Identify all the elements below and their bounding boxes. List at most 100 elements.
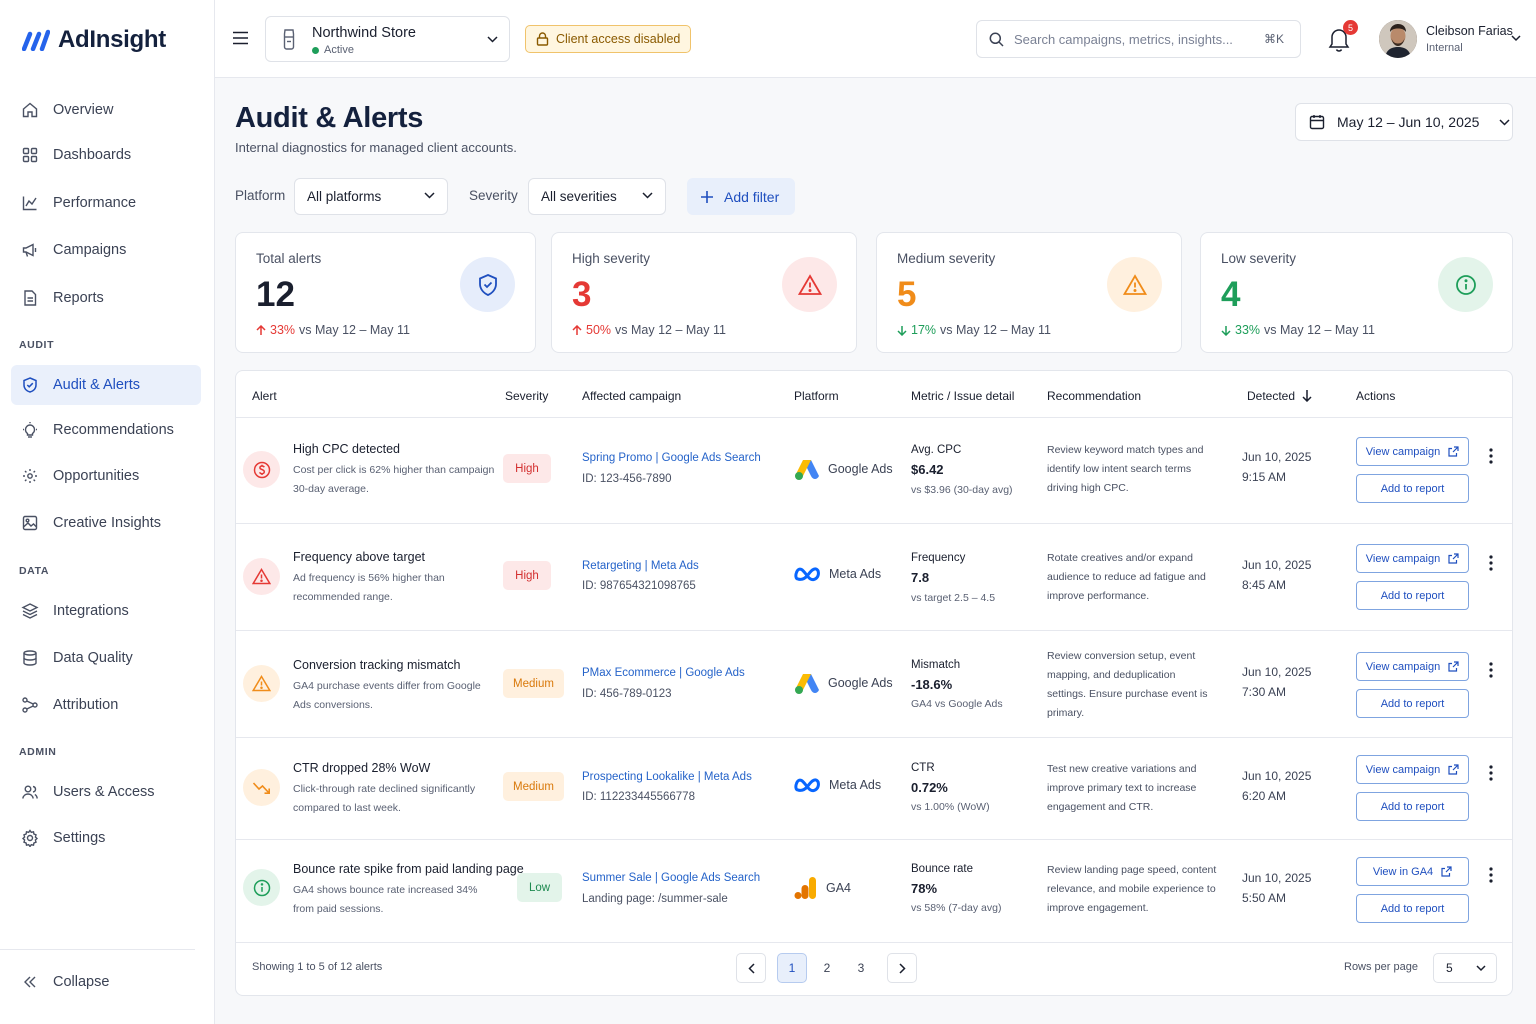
detected-time: 8:45 AM	[1242, 578, 1287, 592]
search-input[interactable]	[1014, 31, 1254, 47]
card-delta-compare: vs May 12 – May 11	[615, 323, 726, 337]
view-campaign-button[interactable]: View campaign	[1356, 652, 1469, 681]
sidebar-item-reports[interactable]: Reports	[11, 278, 201, 318]
add-to-report-button[interactable]: Add to report	[1356, 894, 1469, 923]
prev-page-button[interactable]	[736, 953, 766, 983]
sidebar-item-dashboards[interactable]: Dashboards	[11, 135, 201, 175]
campaign-link[interactable]: PMax Ecommerce | Google Ads	[582, 667, 745, 679]
column-header-alert[interactable]: Alert	[252, 389, 277, 403]
hamburger-menu-icon[interactable]	[232, 31, 249, 45]
alert-title: High CPC detected	[293, 442, 401, 456]
sidebar-item-label: Audit & Alerts	[53, 377, 141, 393]
date-range-picker[interactable]: May 12 – Jun 10, 2025	[1295, 103, 1513, 141]
nodes-icon	[21, 696, 39, 714]
summary-card-medium: Medium severity 5 17% vs May 12 – May 11	[876, 232, 1182, 353]
more-options-icon[interactable]	[1489, 765, 1493, 781]
sidebar-item-attribution[interactable]: Attribution	[11, 685, 201, 725]
search-bar[interactable]: ⌘K	[976, 20, 1301, 58]
app-logo[interactable]: AdInsight	[22, 26, 166, 54]
view-campaign-button[interactable]: View campaign	[1356, 544, 1469, 573]
campaign-link[interactable]: Spring Promo | Google Ads Search	[582, 452, 761, 464]
add-to-report-button[interactable]: Add to report	[1356, 792, 1469, 821]
add-to-report-button[interactable]: Add to report	[1356, 689, 1469, 718]
notifications-button[interactable]: 5	[1327, 20, 1358, 52]
user-menu-chevron-icon[interactable]	[1511, 35, 1521, 42]
chevron-right-icon	[898, 962, 906, 974]
page-button-2[interactable]: 2	[812, 953, 842, 983]
store-selector[interactable]: Northwind Store Active	[265, 16, 510, 62]
warning-triangle-icon	[782, 257, 837, 312]
shield-icon	[460, 257, 515, 312]
collapse-button[interactable]: Collapse	[11, 962, 201, 1002]
page-button-1[interactable]: 1	[777, 953, 807, 983]
sidebar-item-audit-alerts[interactable]: Audit & Alerts	[11, 365, 201, 405]
detected-time: 5:50 AM	[1242, 891, 1287, 905]
user-role: Internal	[1426, 42, 1463, 54]
next-page-button[interactable]	[887, 953, 917, 983]
detected-time: 6:20 AM	[1242, 789, 1287, 803]
column-header-severity[interactable]: Severity	[505, 389, 548, 403]
severity-badge: Medium	[503, 772, 564, 801]
campaign-link[interactable]: Retargeting | Meta Ads	[582, 560, 699, 572]
column-header-metric[interactable]: Metric / Issue detail	[911, 389, 1014, 403]
more-options-icon[interactable]	[1489, 662, 1493, 678]
page-button-3[interactable]: 3	[846, 953, 876, 983]
more-options-icon[interactable]	[1489, 867, 1493, 883]
sidebar-item-creative-insights[interactable]: Creative Insights	[11, 503, 201, 543]
alert-description: GA4 shows bounce rate increased 34% from…	[293, 884, 478, 915]
column-header-campaign[interactable]: Affected campaign	[582, 389, 681, 403]
sidebar-item-settings[interactable]: Settings	[11, 818, 201, 858]
trend-down-icon	[243, 769, 280, 806]
card-delta-compare: vs May 12 – May 11	[940, 323, 1051, 337]
dollar-icon	[243, 451, 280, 488]
column-header-recommendation[interactable]: Recommendation	[1047, 389, 1141, 403]
avatar[interactable]	[1379, 20, 1417, 58]
alert-title: Frequency above target	[293, 550, 426, 564]
warning-triangle-icon	[243, 665, 280, 702]
view-campaign-button[interactable]: View campaign	[1356, 437, 1469, 466]
platform-name: GA4	[826, 881, 852, 895]
table-row: Frequency above target Ad frequency is 5…	[236, 524, 1512, 631]
severity-badge: Medium	[503, 669, 564, 698]
double-chevron-left-icon	[21, 973, 39, 991]
view-in-ga4-button[interactable]: View in GA4	[1356, 857, 1469, 886]
add-to-report-button[interactable]: Add to report	[1356, 581, 1469, 610]
add-filter-button[interactable]: Add filter	[687, 178, 795, 215]
table-row: Conversion tracking mismatch GA4 purchas…	[236, 631, 1512, 738]
platform-cell: Meta Ads	[794, 777, 881, 793]
view-campaign-button[interactable]: View campaign	[1356, 755, 1469, 784]
pagination-summary: Showing 1 to 5 of 12 alerts	[252, 961, 383, 973]
sidebar-item-opportunities[interactable]: Opportunities	[11, 456, 201, 496]
card-value: 4	[1221, 275, 1241, 314]
external-link-icon	[1448, 661, 1459, 672]
sidebar-item-campaigns[interactable]: Campaigns	[11, 230, 201, 270]
warning-triangle-icon	[243, 558, 280, 595]
campaign-link[interactable]: Summer Sale | Google Ads Search	[582, 872, 760, 884]
sidebar-item-label: Performance	[53, 195, 137, 211]
more-options-icon[interactable]	[1489, 448, 1493, 464]
more-options-icon[interactable]	[1489, 555, 1493, 571]
sidebar-item-performance[interactable]: Performance	[11, 183, 201, 223]
metric-comparison: vs 58% (7-day avg)	[911, 902, 1002, 914]
platform-cell: GA4	[794, 876, 851, 900]
sidebar-item-recommendations[interactable]: Recommendations	[11, 410, 201, 450]
rows-per-page-select[interactable]: 5	[1433, 953, 1497, 983]
platform-filter-select[interactable]: All platforms	[294, 178, 448, 215]
sidebar-item-data-quality[interactable]: Data Quality	[11, 638, 201, 678]
column-header-detected[interactable]: Detected	[1247, 389, 1295, 403]
sidebar-item-integrations[interactable]: Integrations	[11, 591, 201, 631]
column-header-platform[interactable]: Platform	[794, 389, 839, 403]
campaign-link[interactable]: Prospecting Lookalike | Meta Ads	[582, 771, 752, 783]
add-to-report-button[interactable]: Add to report	[1356, 474, 1469, 503]
card-delta: 50% vs May 12 – May 11	[572, 323, 726, 337]
sidebar-item-overview[interactable]: Overview	[11, 90, 201, 130]
client-access-text: Client access disabled	[556, 32, 681, 46]
notification-count-badge: 5	[1343, 20, 1358, 35]
sidebar-item-label: Reports	[53, 290, 104, 306]
sidebar-item-label: Creative Insights	[53, 515, 161, 531]
sort-arrow-down-icon[interactable]	[1302, 389, 1312, 402]
card-delta-compare: vs May 12 – May 11	[299, 323, 410, 337]
severity-filter-select[interactable]: All severities	[528, 178, 666, 215]
sidebar-item-users-access[interactable]: Users & Access	[11, 772, 201, 812]
card-delta-value: 17%	[911, 323, 937, 337]
